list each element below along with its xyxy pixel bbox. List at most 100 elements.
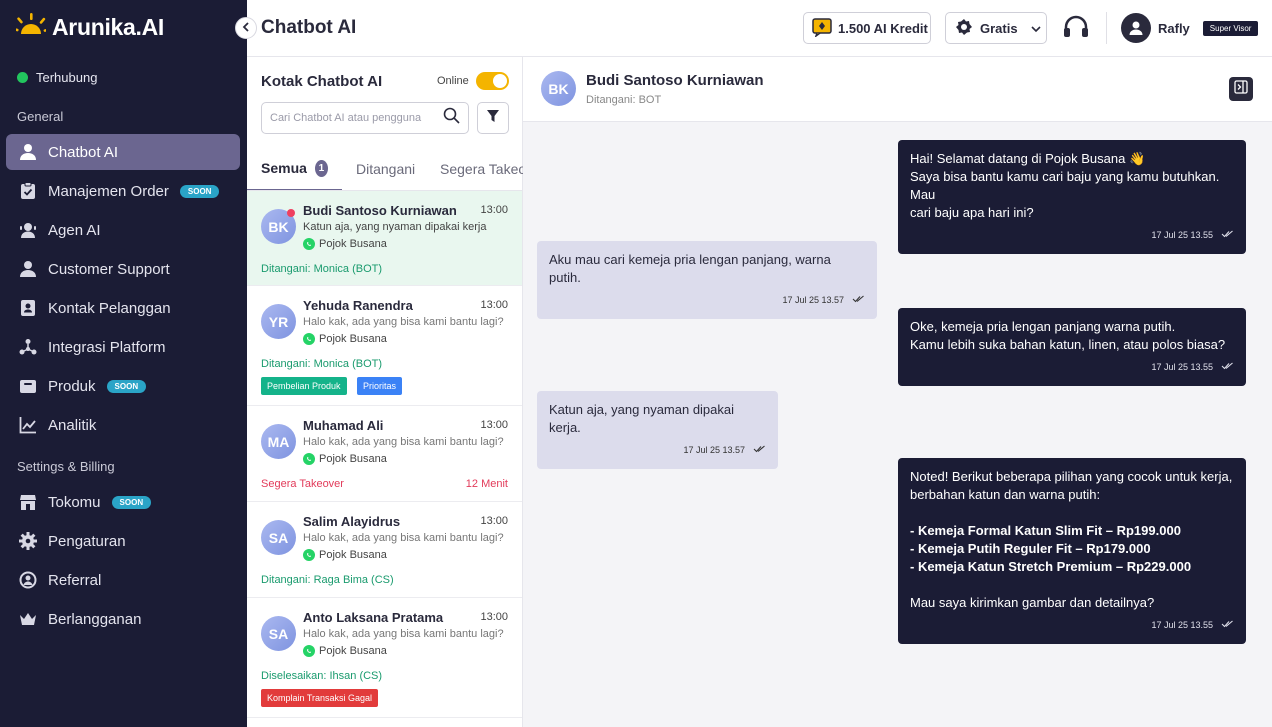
tab-semua[interactable]: Semua 1 xyxy=(247,147,342,190)
store-icon xyxy=(18,493,37,512)
chart-icon xyxy=(18,416,37,435)
message-text: Mau saya kirimkan gambar dan detailnya? xyxy=(910,595,1155,610)
channel-row: Pojok Busana xyxy=(303,333,387,345)
handler-status: Diselesaikan: Ihsan (CS) xyxy=(261,670,383,682)
sidebar-item-analitik[interactable]: Analitik xyxy=(6,407,240,443)
referral-icon xyxy=(18,571,37,590)
tag-komplain-transaksi-gagal: Komplain Transaksi Gagal xyxy=(261,689,379,707)
plan-dropdown[interactable]: Gratis xyxy=(945,12,1047,44)
conversation-item[interactable]: MA Muhamad Ali 13:00 Halo kak, ada yang … xyxy=(247,406,522,502)
status-label: Terhubung xyxy=(36,70,98,85)
collapse-sidebar-button[interactable] xyxy=(235,17,257,39)
tab-segera-takeover[interactable]: Segera Takeover xyxy=(440,147,523,190)
message-text: Noted! Berikut beberapa pilihan yang coc… xyxy=(910,469,1233,484)
sidebar-item-tokomu[interactable]: Tokomu SOON xyxy=(6,484,240,520)
message-meta: 17 Jul 25 13.57 xyxy=(549,291,865,309)
contact-avatar: YR xyxy=(261,304,296,339)
message-bubble-incoming: Aku mau cari kemeja pria lengan panjang,… xyxy=(537,241,877,319)
sidebar-item-pengaturan[interactable]: Pengaturan xyxy=(6,523,240,559)
conversation-item[interactable]: SA Salim Alayidrus 13:00 Halo kak, ada y… xyxy=(247,502,522,598)
message-preview: Katun aja, yang nyaman dipakai kerja xyxy=(303,221,487,233)
message-preview: Halo kak, ada yang bisa kami bantu lagi? xyxy=(303,436,504,448)
sidebar-item-label: Referral xyxy=(48,571,102,589)
contact-name: Muhamad Ali xyxy=(303,418,384,433)
filter-button[interactable] xyxy=(477,102,509,134)
clipboard-icon xyxy=(18,182,37,201)
product-option: - Kemeja Formal Katun Slim Fit – Rp199.0… xyxy=(910,523,1181,538)
handler-status: Segera Takeover xyxy=(261,478,344,490)
sidebar-item-berlangganan[interactable]: Berlangganan xyxy=(6,601,240,637)
message-time: 13:00 xyxy=(480,515,508,527)
handler-status: Ditangani: Monica (BOT) xyxy=(261,263,383,275)
divider xyxy=(1106,12,1107,44)
tab-count-badge: 1 xyxy=(314,159,328,177)
search-input[interactable] xyxy=(270,112,430,124)
brand-name: Arunika.AI xyxy=(52,14,165,40)
message-time: 13:00 xyxy=(480,611,508,623)
message-bubble-outgoing: Oke, kemeja pria lengan panjang warna pu… xyxy=(898,308,1246,386)
chat-contact-avatar: BK xyxy=(541,71,576,106)
message-text xyxy=(910,504,1234,522)
search-icon[interactable] xyxy=(443,107,460,129)
online-toggle[interactable] xyxy=(476,72,509,90)
chat-panel: BK Budi Santoso Kurniawan Ditangani: BOT… xyxy=(523,57,1272,727)
chatbot-inbox: Kotak Chatbot AI Online Semua 1 Ditangan… xyxy=(247,57,523,727)
conversation-item[interactable]: BK Budi Santoso Kurniawan 13:00 Katun aj… xyxy=(247,191,522,286)
message-timestamp: 17 Jul 25 13.57 xyxy=(683,445,745,455)
search-box[interactable] xyxy=(261,102,469,134)
gear-icon xyxy=(18,532,37,551)
chat-contact-name: Budi Santoso Kurniawan xyxy=(586,72,764,89)
message-time: 13:00 xyxy=(480,204,508,216)
message-meta: 17 Jul 25 13.55 xyxy=(910,226,1234,244)
product-option: - Kemeja Katun Stretch Premium – Rp229.0… xyxy=(910,559,1192,574)
channel-name: Pojok Busana xyxy=(319,549,387,561)
user-role-badge: Super Visor xyxy=(1202,20,1259,36)
sidebar-item-label: Integrasi Platform xyxy=(48,338,166,356)
tab-ditangani[interactable]: Ditangani xyxy=(356,147,416,190)
sidebar-item-customer-support[interactable]: Customer Support xyxy=(6,251,240,287)
message-text: cari baju apa hari ini? xyxy=(910,205,1034,220)
sun-logo-icon xyxy=(12,12,50,43)
contact-name: Salim Alayidrus xyxy=(303,514,401,529)
message-text xyxy=(910,576,1234,594)
product-option: - Kemeja Putih Reguler Fit – Rp179.000 xyxy=(910,541,1151,556)
double-check-icon xyxy=(753,441,766,459)
sidebar-item-produk[interactable]: Produk SOON xyxy=(6,368,240,404)
sidebar-item-agen-ai[interactable]: Agen AI xyxy=(6,212,240,248)
section-title-settings: Settings & Billing xyxy=(17,459,115,474)
message-text: Kamu lebih suka bahan katun, linen, atau… xyxy=(910,337,1226,352)
chat-header: BK Budi Santoso Kurniawan Ditangani: BOT xyxy=(523,57,1272,122)
sidebar-item-label: Manajemen Order xyxy=(48,182,169,200)
user-menu[interactable]: Rafly Super Visor xyxy=(1121,13,1259,43)
tab-label: Ditangani xyxy=(356,161,416,177)
sidebar-item-referral[interactable]: Referral xyxy=(6,562,240,598)
sidebar-item-integrasi-platform[interactable]: Integrasi Platform xyxy=(6,329,240,365)
handler-status: Ditangani: Raga Bima (CS) xyxy=(261,574,394,586)
ai-credit-button[interactable]: 1.500 AI Kredit xyxy=(803,12,931,44)
tab-label: Segera Takeover xyxy=(440,161,523,177)
headset-support-button[interactable] xyxy=(1062,14,1090,47)
credit-icon xyxy=(812,17,832,40)
chevron-down-icon xyxy=(1031,21,1041,36)
double-check-icon xyxy=(852,291,865,309)
conversation-item[interactable]: SA Anto Laksana Pratama 13:00 Halo kak, … xyxy=(247,598,522,718)
sidebar-item-manajemen-order[interactable]: Manajemen Order SOON xyxy=(6,173,240,209)
message-bubble-outgoing: Hai! Selamat datang di Pojok Busana 👋 Sa… xyxy=(898,140,1246,254)
whatsapp-icon xyxy=(303,453,315,465)
message-bubble-outgoing: Noted! Berikut beberapa pilihan yang coc… xyxy=(898,458,1246,644)
brand-logo[interactable]: Arunika.AI xyxy=(12,12,165,43)
sidebar-item-label: Agen AI xyxy=(48,221,101,239)
sidebar-item-label: Chatbot AI xyxy=(48,143,119,161)
whatsapp-icon xyxy=(303,645,315,657)
conversation-item[interactable]: YR Yehuda Ranendra 13:00 Halo kak, ada y… xyxy=(247,286,522,406)
message-text: Oke, kemeja pria lengan panjang warna pu… xyxy=(910,319,1176,334)
message-timestamp: 17 Jul 25 13.57 xyxy=(782,295,844,305)
double-check-icon xyxy=(1221,616,1234,634)
sidebar: Arunika.AI Terhubung General Chatbot AI … xyxy=(0,0,247,727)
toggle-detail-panel-button[interactable] xyxy=(1229,77,1253,101)
sidebar-item-kontak-pelanggan[interactable]: Kontak Pelanggan xyxy=(6,290,240,326)
page-title: Chatbot AI xyxy=(261,17,357,38)
sidebar-item-chatbot-ai[interactable]: Chatbot AI xyxy=(6,134,240,170)
integration-icon xyxy=(18,338,37,357)
double-check-icon xyxy=(1221,226,1234,244)
